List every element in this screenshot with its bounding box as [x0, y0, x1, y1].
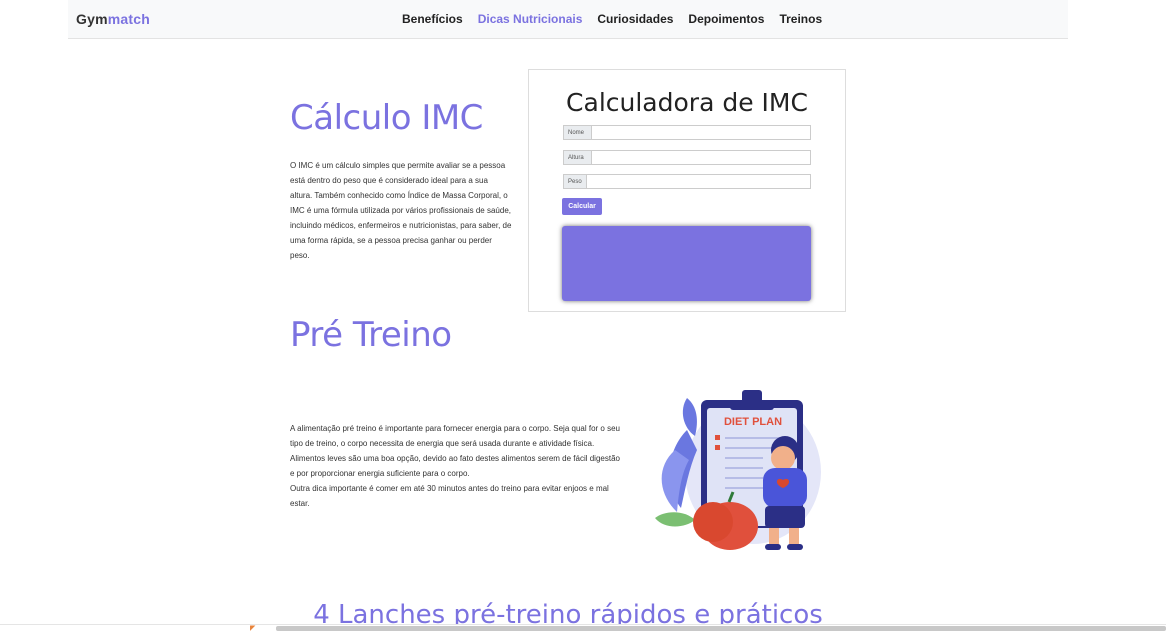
weight-field-group: Peso — [563, 174, 811, 189]
diet-plan-illustration: DIET PLAN — [645, 380, 830, 555]
horizontal-scrollbar-thumb[interactable] — [276, 626, 1166, 631]
nav-link-dicas-nutricionais[interactable]: Dicas Nutricionais — [478, 12, 583, 26]
pre-treino-paragraph: A alimentação pré treino é importante pa… — [290, 424, 620, 448]
calculator-title: Calculadora de IMC — [566, 88, 808, 117]
imc-calculator-card: Calculadora de IMC Nome Altura Peso Calc… — [528, 69, 846, 312]
weight-input[interactable] — [587, 174, 811, 189]
nav-menu: Benefícios Dicas Nutricionais Curiosidad… — [402, 12, 822, 26]
height-field-group: Altura — [563, 150, 811, 165]
height-input[interactable] — [592, 150, 811, 165]
name-input[interactable] — [592, 125, 811, 140]
nav-link-beneficios[interactable]: Benefícios — [402, 12, 463, 26]
name-label: Nome — [563, 125, 592, 140]
height-label: Altura — [563, 150, 592, 165]
brand-part-match: match — [107, 11, 150, 27]
brand-logo[interactable]: Gymmatch — [76, 11, 150, 27]
pre-treino-paragraph: Alimentos leves são uma boa opção, devid… — [290, 454, 620, 478]
nav-link-curiosidades[interactable]: Curiosidades — [597, 12, 673, 26]
diet-plan-text: DIET PLAN — [724, 416, 782, 428]
diet-plan-illustration-svg: DIET PLAN — [655, 390, 821, 550]
nav-link-treinos[interactable]: Treinos — [779, 12, 822, 26]
pre-treino-heading: Pré Treino — [290, 315, 452, 355]
navbar: Gymmatch Benefícios Dicas Nutricionais C… — [68, 0, 1068, 39]
calculate-button[interactable]: Calcular — [562, 198, 602, 215]
weight-label: Peso — [563, 174, 587, 189]
imc-heading: Cálculo IMC — [290, 98, 483, 138]
imc-result-box — [562, 226, 811, 301]
imc-description: O IMC é um cálculo simples que permite a… — [290, 161, 512, 260]
name-field-group: Nome — [563, 125, 811, 140]
pre-treino-text: A alimentação pré treino é importante pa… — [290, 421, 620, 511]
brand-part-gym: Gym — [76, 11, 108, 27]
nav-link-depoimentos[interactable]: Depoimentos — [688, 12, 764, 26]
pre-treino-paragraph: Outra dica importante é comer em até 30 … — [290, 484, 609, 508]
